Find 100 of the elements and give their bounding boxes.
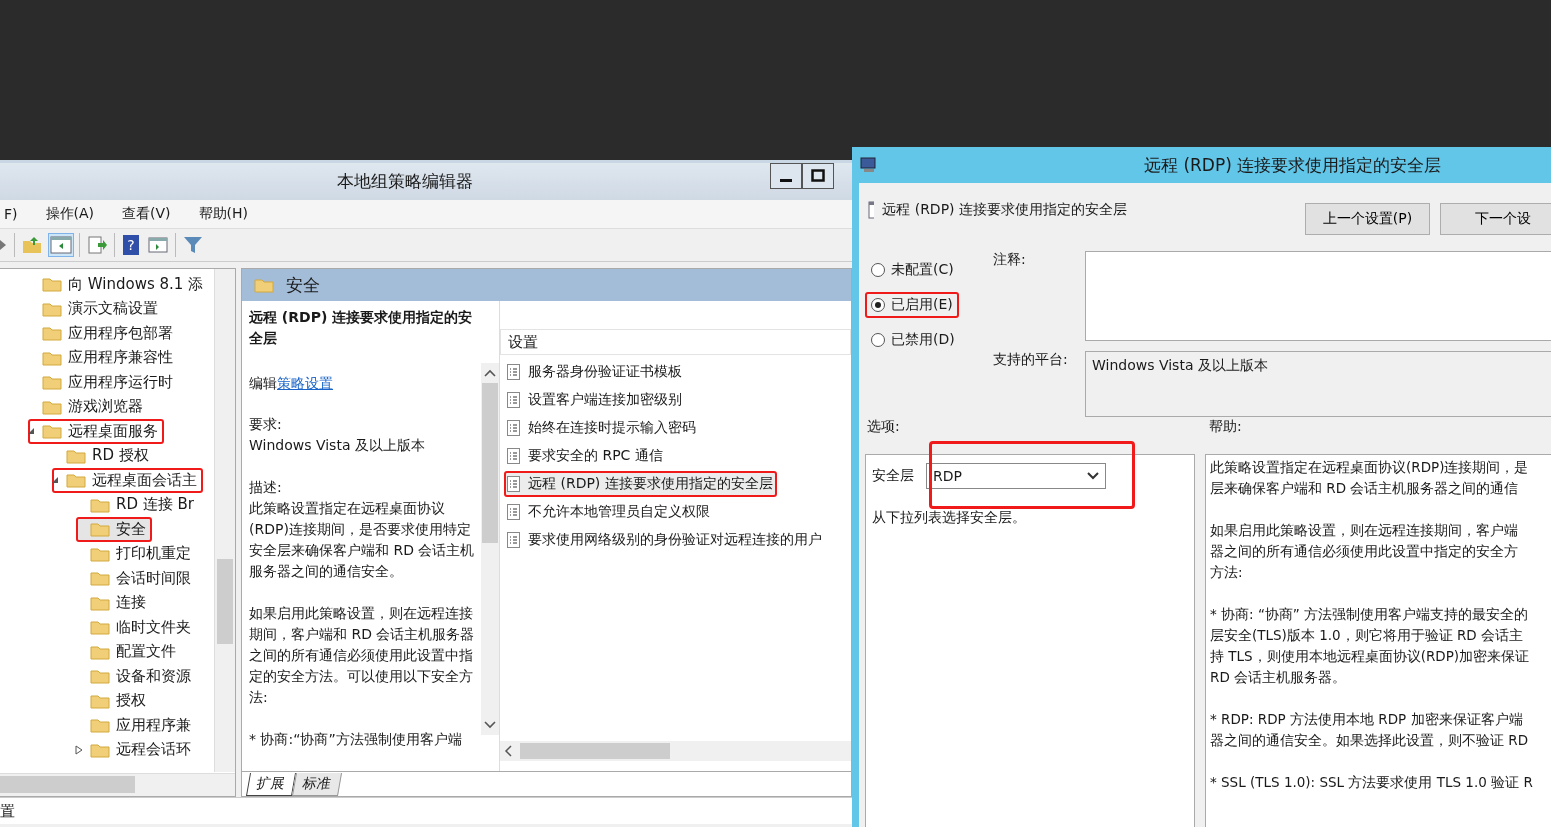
- radio-option[interactable]: 未配置(C): [865, 257, 960, 283]
- navigation-button[interactable]: 上一个设置(P): [1305, 203, 1430, 235]
- tree-item[interactable]: 授权: [76, 688, 152, 714]
- scrollbar[interactable]: [0, 773, 235, 796]
- security-layer-label: 安全层: [872, 467, 914, 485]
- folder-icon: [90, 668, 110, 685]
- folder-icon: [90, 741, 110, 758]
- folder-icon: [90, 643, 110, 660]
- menu-item[interactable]: F): [0, 206, 22, 222]
- view-tab[interactable]: 扩展: [245, 773, 297, 796]
- policy-document-icon: [506, 447, 522, 465]
- help-label: 帮助:: [1209, 418, 1243, 436]
- help-icon[interactable]: ?: [121, 234, 141, 256]
- setting-item[interactable]: 始终在连接时提示输入密码: [504, 415, 700, 441]
- comment-label: 注释:: [993, 251, 1027, 269]
- expanded-arrow-icon[interactable]: [26, 426, 36, 437]
- radio-option[interactable]: 已启用(E): [865, 292, 959, 318]
- help-text-line: 此策略设置指定在远程桌面协议(RDP)连接期间，是: [1210, 458, 1530, 477]
- policy-title: 远程 (RDP) 连接要求使用指定的安全层: [249, 308, 474, 348]
- help-text-line: 器之间的通信安全。如果选择此设置，则不验证 RD: [1210, 731, 1530, 750]
- option-hint: 从下拉列表选择安全层。: [872, 509, 1027, 527]
- setting-item[interactable]: 不允许本地管理员自定义权限: [504, 499, 714, 525]
- menu-item[interactable]: 帮助(H): [194, 205, 252, 223]
- tree-item[interactable]: 向 Windows 8.1 添: [28, 271, 210, 297]
- help-text-line: 如果启用此策略设置，则在远程连接期间，客户端: [1210, 521, 1519, 540]
- console-tree-icon[interactable]: [49, 234, 73, 256]
- tree-item[interactable]: 游戏浏览器: [28, 394, 149, 420]
- tree-item[interactable]: 连接: [76, 590, 152, 616]
- radio-option[interactable]: 已禁用(D): [865, 327, 961, 353]
- tree-item[interactable]: 演示文稿设置: [28, 296, 164, 322]
- setting-item[interactable]: 远程 (RDP) 连接要求使用指定的安全层: [504, 471, 777, 497]
- dropdown-caret-icon: [1087, 472, 1099, 480]
- folder-icon: [90, 545, 110, 562]
- description-paragraph: 此策略设置指定在远程桌面协议(RDP)连接期间，是否要求使用特定安全层来确保客户端和 RD 会话主机服务器之间的通信安全。: [249, 499, 475, 581]
- setting-item[interactable]: 服务器身份验证证书模板: [504, 359, 686, 385]
- folder-icon: [90, 570, 110, 587]
- menu-item[interactable]: 操作(A): [41, 205, 99, 223]
- forward-arrow-icon[interactable]: [0, 237, 8, 253]
- filter-icon[interactable]: [182, 234, 204, 256]
- tree-item[interactable]: 应用程序包部署: [28, 320, 179, 346]
- policy-settings-icon: [867, 199, 875, 221]
- setting-item[interactable]: 要求使用网络级别的身份验证对远程连接的用户: [504, 527, 826, 553]
- minimize-button[interactable]: [770, 163, 802, 189]
- tree-item[interactable]: 配置文件: [76, 639, 182, 665]
- tree-item[interactable]: 应用程序兼: [76, 712, 197, 738]
- scroll-down-icon[interactable]: [484, 721, 496, 729]
- security-layer-dropdown[interactable]: RDP: [926, 463, 1106, 489]
- maximize-icon: [811, 169, 825, 183]
- scrollbar[interactable]: [500, 741, 851, 761]
- policy-settings-link[interactable]: 策略设置: [277, 375, 333, 391]
- folder-icon: [90, 594, 110, 611]
- setting-item[interactable]: 要求安全的 RPC 通信: [504, 443, 667, 469]
- menu-item[interactable]: 查看(V): [118, 205, 175, 223]
- navigation-button[interactable]: 下一个设: [1440, 203, 1551, 235]
- tree-item[interactable]: RD 授权: [52, 443, 155, 469]
- folder-icon: [42, 300, 62, 317]
- scrollbar[interactable]: [214, 269, 235, 772]
- tree-item[interactable]: 远程会话环: [76, 737, 197, 763]
- scroll-up-icon[interactable]: [484, 369, 496, 377]
- tree-item[interactable]: 打印机重定: [76, 541, 197, 567]
- tree-item[interactable]: 设备和资源: [76, 663, 197, 689]
- platform-label: 支持的平台:: [993, 351, 1069, 369]
- policy-document-icon: [506, 475, 522, 493]
- help-text-line: 层来确保客户端和 RD 会话主机服务器之间的通信: [1210, 479, 1520, 498]
- tree-item[interactable]: 远程桌面服务: [28, 418, 164, 444]
- view-tab[interactable]: 标准: [291, 773, 343, 796]
- tree-item[interactable]: 远程桌面会话主: [52, 467, 203, 493]
- description-label: 描述:: [249, 478, 283, 497]
- window-pane-icon[interactable]: [147, 235, 169, 255]
- tree-item[interactable]: 安全: [76, 516, 152, 542]
- collapsed-arrow-icon[interactable]: [74, 744, 84, 755]
- tree-item[interactable]: 临时文件夹: [76, 614, 197, 640]
- folder-icon: [42, 349, 62, 366]
- comment-field[interactable]: [1085, 251, 1551, 341]
- options-label: 选项:: [867, 418, 901, 436]
- folder-icon: [90, 496, 110, 513]
- expanded-arrow-icon[interactable]: [50, 475, 60, 486]
- maximize-button[interactable]: [802, 163, 834, 189]
- minimize-icon: [780, 178, 792, 182]
- folder-up-icon[interactable]: [21, 235, 43, 255]
- scrollbar[interactable]: [481, 363, 499, 735]
- policy-heading: 远程 (RDP) 连接要求使用指定的安全层: [882, 200, 1127, 219]
- tree-item[interactable]: 应用程序兼容性: [28, 345, 179, 371]
- tree-item[interactable]: 会话时间限: [76, 565, 197, 591]
- export-list-icon[interactable]: [86, 235, 108, 255]
- policy-document-icon: [506, 419, 522, 437]
- folder-icon: [42, 374, 62, 391]
- help-text-line: * SSL (TLS 1.0): SSL 方法要求使用 TLS 1.0 验证 R: [1210, 773, 1534, 792]
- scroll-left-icon[interactable]: [504, 745, 514, 757]
- requirement-text: Windows Vista 及以上版本: [249, 436, 426, 455]
- setting-item[interactable]: 设置客户端连接加密级别: [504, 387, 686, 413]
- help-text-line: 层安全(TLS)版本 1.0，则它将用于验证 RD 会话主: [1210, 626, 1524, 645]
- column-header[interactable]: 设置: [500, 329, 851, 355]
- folder-icon: [90, 717, 110, 734]
- tree-item[interactable]: 应用程序运行时: [28, 369, 179, 395]
- tree-item[interactable]: RD 连接 Br: [76, 492, 200, 518]
- section-header: 安全: [242, 269, 851, 301]
- folder-icon: [66, 447, 86, 464]
- help-text-line: RD 会话主机服务器。: [1210, 668, 1348, 687]
- folder-icon: [42, 276, 62, 293]
